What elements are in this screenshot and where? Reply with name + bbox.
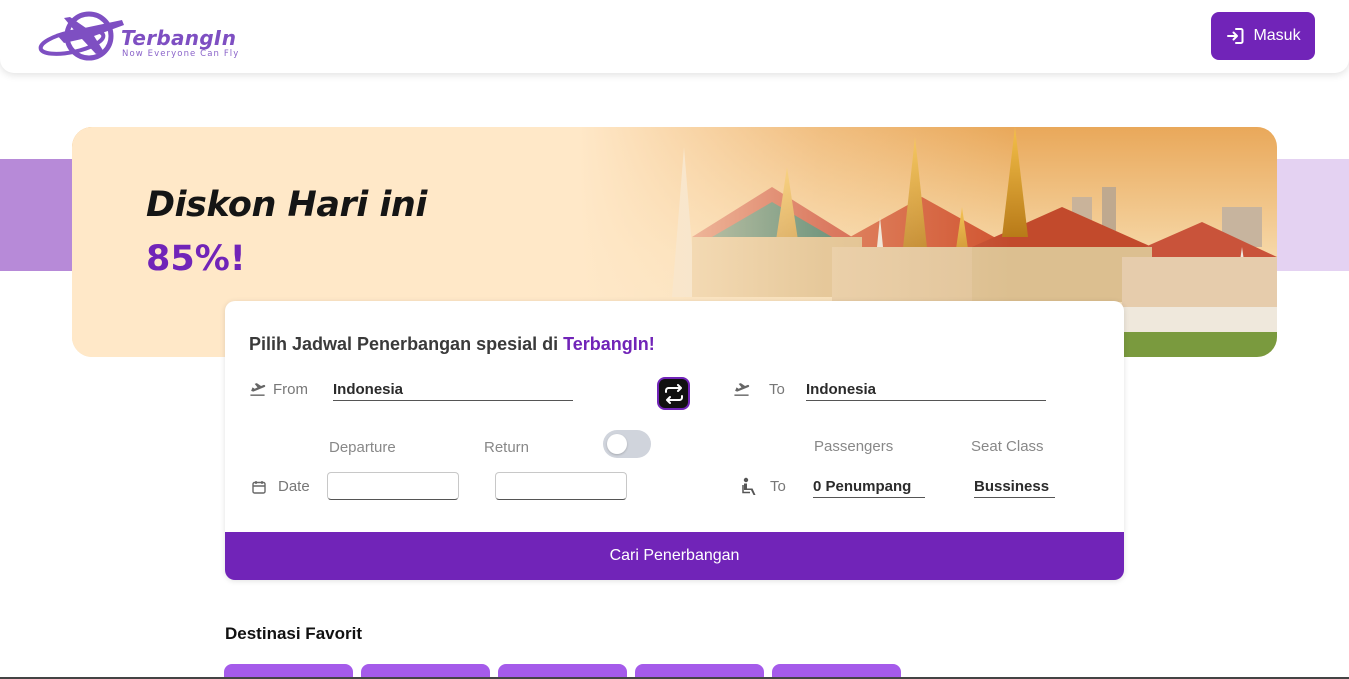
hero-discount: 85%! (146, 239, 246, 279)
login-button[interactable]: Masuk (1211, 12, 1315, 60)
from-input[interactable]: Indonesia (333, 381, 573, 401)
flight-search-card: Pilih Jadwal Penerbangan spesial di Terb… (225, 301, 1124, 580)
seat-class-select[interactable]: Bussiness (974, 478, 1055, 498)
terbangin-logo[interactable]: TerbangIn Now Everyone Can Fly (34, 6, 244, 66)
airplane-logo-icon (38, 11, 124, 61)
seat-icon (742, 477, 756, 495)
plane-takeoff-icon (250, 383, 266, 396)
top-navbar: TerbangIn Now Everyone Can Fly Masuk (0, 0, 1349, 73)
to-input[interactable]: Indonesia (806, 381, 1046, 401)
swap-route-button[interactable] (657, 377, 690, 410)
return-label: Return (484, 439, 530, 456)
departure-label: Departure (329, 439, 396, 456)
passengers-label: Passengers (814, 438, 894, 455)
return-toggle-knob (607, 434, 627, 454)
plane-landing-icon (734, 383, 750, 396)
logo-name: TerbangIn (121, 26, 237, 50)
from-label: From (273, 381, 308, 398)
to-label: To (769, 381, 785, 398)
seat-class-label: Seat Class (971, 438, 1044, 455)
logo-tagline: Now Everyone Can Fly (122, 49, 240, 59)
departure-date-input[interactable] (327, 472, 459, 500)
swap-icon (664, 383, 683, 404)
return-toggle[interactable] (603, 430, 651, 458)
favorites-title: Destinasi Favorit (225, 624, 362, 643)
search-title-brand: TerbangIn! (563, 334, 655, 354)
passengers-input[interactable]: 0 Penumpang (813, 478, 925, 498)
calendar-icon (252, 481, 266, 494)
search-title-prefix: Pilih Jadwal Penerbangan spesial di (249, 334, 564, 354)
search-flight-button[interactable]: Cari Penerbangan (225, 532, 1124, 580)
search-card-title: Pilih Jadwal Penerbangan spesial di Terb… (249, 334, 655, 355)
date-label: Date (278, 478, 310, 495)
login-label: Masuk (1253, 27, 1301, 44)
hero-title: Diskon Hari ini (146, 185, 427, 225)
login-icon (1227, 28, 1244, 44)
return-date-input[interactable] (495, 472, 627, 500)
passenger-to-label: To (770, 478, 786, 495)
